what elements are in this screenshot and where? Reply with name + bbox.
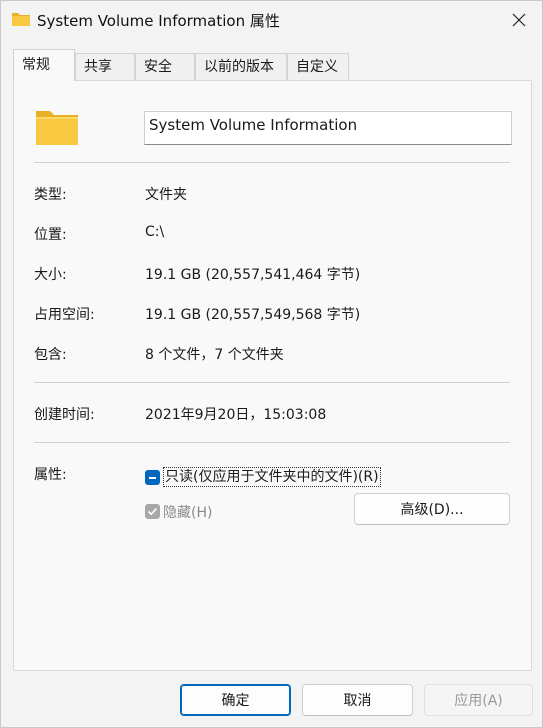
readonly-checkbox[interactable] [145, 470, 160, 485]
size-on-disk-value: 19.1 GB (20,557,549,568 字节) [145, 307, 361, 323]
hidden-checkbox [145, 504, 160, 519]
tab-general[interactable]: 常规 [13, 49, 75, 81]
apply-button: 应用(A) [424, 684, 533, 716]
tab-sharing[interactable]: 共享 [75, 53, 135, 81]
properties-window: System Volume Information 属性 常规 共享 安全 以前… [0, 0, 543, 728]
indeterminate-mark [149, 476, 156, 479]
cancel-button[interactable]: 取消 [302, 684, 413, 716]
location-value: C:\ [145, 224, 165, 240]
attributes-label: 属性: [34, 467, 67, 483]
close-icon [512, 13, 526, 27]
tab-security[interactable]: 安全 [135, 53, 195, 81]
close-button[interactable] [496, 1, 542, 39]
title-bar: System Volume Information 属性 [1, 1, 542, 39]
contains-label: 包含: [34, 347, 67, 363]
divider [34, 442, 510, 443]
size-value: 19.1 GB (20,557,541,464 字节) [145, 267, 361, 283]
created-value: 2021年9月20日，15:03:08 [145, 407, 327, 423]
window-title: System Volume Information 属性 [37, 12, 280, 30]
size-label: 大小: [34, 267, 67, 283]
checkmark-icon [147, 507, 158, 516]
type-value: 文件夹 [145, 187, 187, 203]
contains-value: 8 个文件，7 个文件夹 [145, 347, 284, 363]
divider [34, 162, 510, 163]
general-panel: 类型: 文件夹 位置: C:\ 大小: 19.1 GB (20,557,541,… [13, 80, 532, 671]
advanced-button[interactable]: 高级(D)... [354, 493, 510, 525]
hidden-checkbox-label: 隐藏(H) [163, 505, 213, 521]
folder-icon [12, 13, 30, 26]
ok-button[interactable]: 确定 [180, 684, 291, 716]
folder-name-input[interactable] [144, 111, 512, 145]
divider [34, 382, 510, 383]
created-label: 创建时间: [34, 407, 95, 423]
size-on-disk-label: 占用空间: [34, 307, 95, 323]
tab-customize[interactable]: 自定义 [287, 53, 349, 81]
readonly-checkbox-label[interactable]: 只读(仅应用于文件夹中的文件)(R) [163, 467, 381, 487]
type-label: 类型: [34, 187, 67, 203]
folder-icon [36, 111, 78, 145]
tab-previous-versions[interactable]: 以前的版本 [195, 53, 287, 81]
location-label: 位置: [34, 227, 67, 243]
